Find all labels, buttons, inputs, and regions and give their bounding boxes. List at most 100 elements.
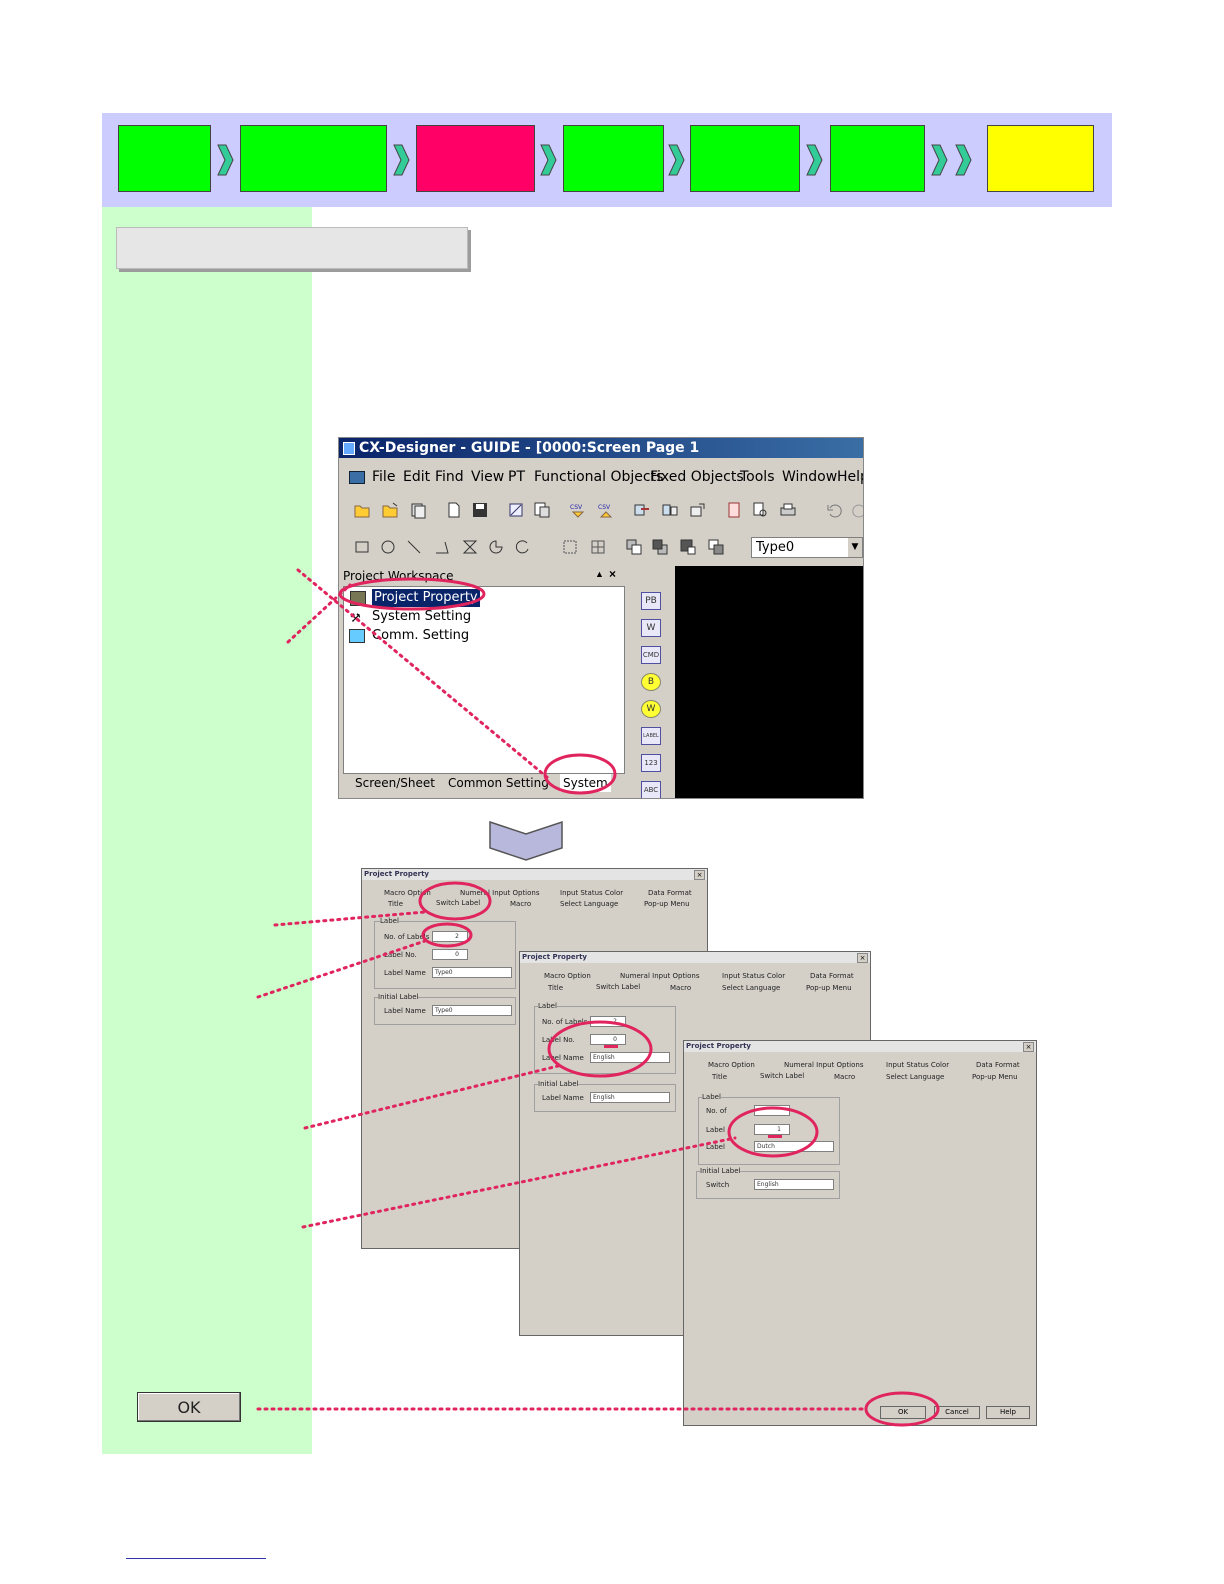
open-folder-icon[interactable] [381,501,399,519]
menu-functional-objects[interactable]: Functional Objects [534,465,663,489]
csv-import-icon[interactable]: CSV [569,501,587,519]
chevron-down-icon[interactable]: ▼ [848,538,862,557]
folder-new-icon[interactable] [353,501,371,519]
tab-macro-option[interactable]: Macro Option [544,972,591,980]
initial-label-select[interactable]: English [754,1179,834,1190]
tab-switch-label[interactable]: Switch Label [436,899,480,907]
close-icon[interactable]: × [857,953,868,963]
tab-numeral-input-options[interactable]: Numeral Input Options [460,889,540,897]
tab-system[interactable]: System [560,774,611,792]
backward-icon[interactable] [707,538,725,556]
menu-window[interactable]: Window [782,465,837,489]
label-name-field[interactable]: Dutch [754,1141,834,1152]
word-lamp-tool[interactable]: W [641,700,661,718]
close-icon[interactable]: × [609,567,616,581]
label-no-field[interactable]: 0 [590,1034,626,1045]
label-name-field[interactable]: English [590,1052,670,1063]
transfer-pt-icon[interactable] [661,501,679,519]
new-page-icon[interactable] [445,501,463,519]
transfer-out-icon[interactable] [689,501,707,519]
screen-canvas[interactable] [675,566,863,798]
forward-icon[interactable] [679,538,697,556]
polyline-tool-icon[interactable] [433,538,451,556]
push-button-tool[interactable]: PB [641,592,661,610]
book-icon[interactable] [725,501,743,519]
no-of-labels-field[interactable] [754,1105,790,1116]
redo-icon[interactable] [851,501,864,519]
circle-tool-icon[interactable] [379,538,397,556]
tab-data-format[interactable]: Data Format [648,889,692,897]
ok-button[interactable]: OK [880,1406,926,1419]
save-icon[interactable] [471,501,489,519]
tab-popup-menu[interactable]: Pop-up Menu [972,1073,1018,1081]
tab-input-status-color[interactable]: Input Status Color [886,1061,949,1069]
tab-popup-menu[interactable]: Pop-up Menu [806,984,852,992]
bring-front-icon[interactable] [625,538,643,556]
tab-title[interactable]: Title [712,1073,727,1081]
tab-macro[interactable]: Macro [670,984,691,992]
tab-macro[interactable]: Macro [834,1073,855,1081]
undo-icon[interactable] [825,501,843,519]
tab-numeral-input-options[interactable]: Numeral Input Options [620,972,700,980]
edit-page-icon[interactable] [507,501,525,519]
tab-select-language[interactable]: Select Language [886,1073,944,1081]
print-preview-icon[interactable] [751,501,769,519]
print-icon[interactable] [779,501,797,519]
word-button-tool[interactable]: W [641,619,661,637]
menu-tools[interactable]: Tools [740,465,775,489]
menu-fixed-objects[interactable]: Fixed Objects [650,465,744,489]
menu-view[interactable]: View [471,465,504,489]
rectangle-tool-icon[interactable] [353,538,371,556]
command-button-tool[interactable]: CMD [641,646,661,664]
tab-common-setting[interactable]: Common Setting [448,774,549,792]
no-of-labels-field[interactable]: 2 [432,931,468,942]
close-icon[interactable]: × [694,870,705,880]
tree-item-project-property[interactable]: Project Property [372,589,480,607]
copy-pages-icon[interactable] [409,501,427,519]
tab-switch-label[interactable]: Switch Label [596,983,640,991]
group-icon[interactable] [561,538,579,556]
type-select[interactable]: Type0 ▼ [751,537,863,558]
tree-item-system-setting[interactable]: System Setting [372,608,471,626]
tab-macro[interactable]: Macro [510,900,531,908]
tab-select-language[interactable]: Select Language [722,984,780,992]
minimize-icon[interactable]: ▲ [595,569,604,579]
ungroup-icon[interactable] [589,538,607,556]
arc-tool-icon[interactable] [513,538,531,556]
tab-data-format[interactable]: Data Format [810,972,854,980]
sector-tool-icon[interactable] [487,538,505,556]
label-no-field[interactable]: 0 [432,949,468,960]
polygon-tool-icon[interactable] [461,538,479,556]
tab-select-language[interactable]: Select Language [560,900,618,908]
string-display-tool[interactable]: ABC [641,781,661,798]
tab-numeral-input-options[interactable]: Numeral Input Options [784,1061,864,1069]
bit-lamp-tool[interactable]: B [641,673,661,691]
help-button[interactable]: Help [986,1406,1030,1419]
tab-macro-option[interactable]: Macro Option [384,889,431,897]
tab-input-status-color[interactable]: Input Status Color [560,889,623,897]
csv-export-icon[interactable]: CSV [597,501,615,519]
tab-input-status-color[interactable]: Input Status Color [722,972,785,980]
tab-macro-option[interactable]: Macro Option [708,1061,755,1069]
tree-item-comm-setting[interactable]: Comm. Setting [372,627,469,645]
cancel-button[interactable]: Cancel [934,1406,980,1419]
ok-button[interactable]: OK [137,1392,241,1422]
initial-label-select[interactable]: Type0 [432,1005,512,1016]
menu-edit[interactable]: Edit [403,465,430,489]
tab-title[interactable]: Title [388,900,403,908]
tab-switch-label[interactable]: Switch Label [760,1072,804,1080]
tab-title[interactable]: Title [548,984,563,992]
line-tool-icon[interactable] [405,538,423,556]
close-icon[interactable]: × [1023,1042,1034,1052]
pages-icon[interactable] [533,501,551,519]
initial-label-select[interactable]: English [590,1092,670,1103]
no-of-labels-field[interactable]: 2 [590,1016,626,1027]
tab-screen-sheet[interactable]: Screen/Sheet [355,774,435,792]
menu-help[interactable]: Help [837,465,863,489]
label-name-field[interactable]: Type0 [432,967,512,978]
tab-popup-menu[interactable]: Pop-up Menu [644,900,690,908]
label-no-field[interactable]: 1 [754,1124,790,1135]
numeral-display-tool[interactable]: 123 [641,754,661,772]
tab-data-format[interactable]: Data Format [976,1061,1020,1069]
label-tool[interactable]: LABEL [641,727,661,745]
